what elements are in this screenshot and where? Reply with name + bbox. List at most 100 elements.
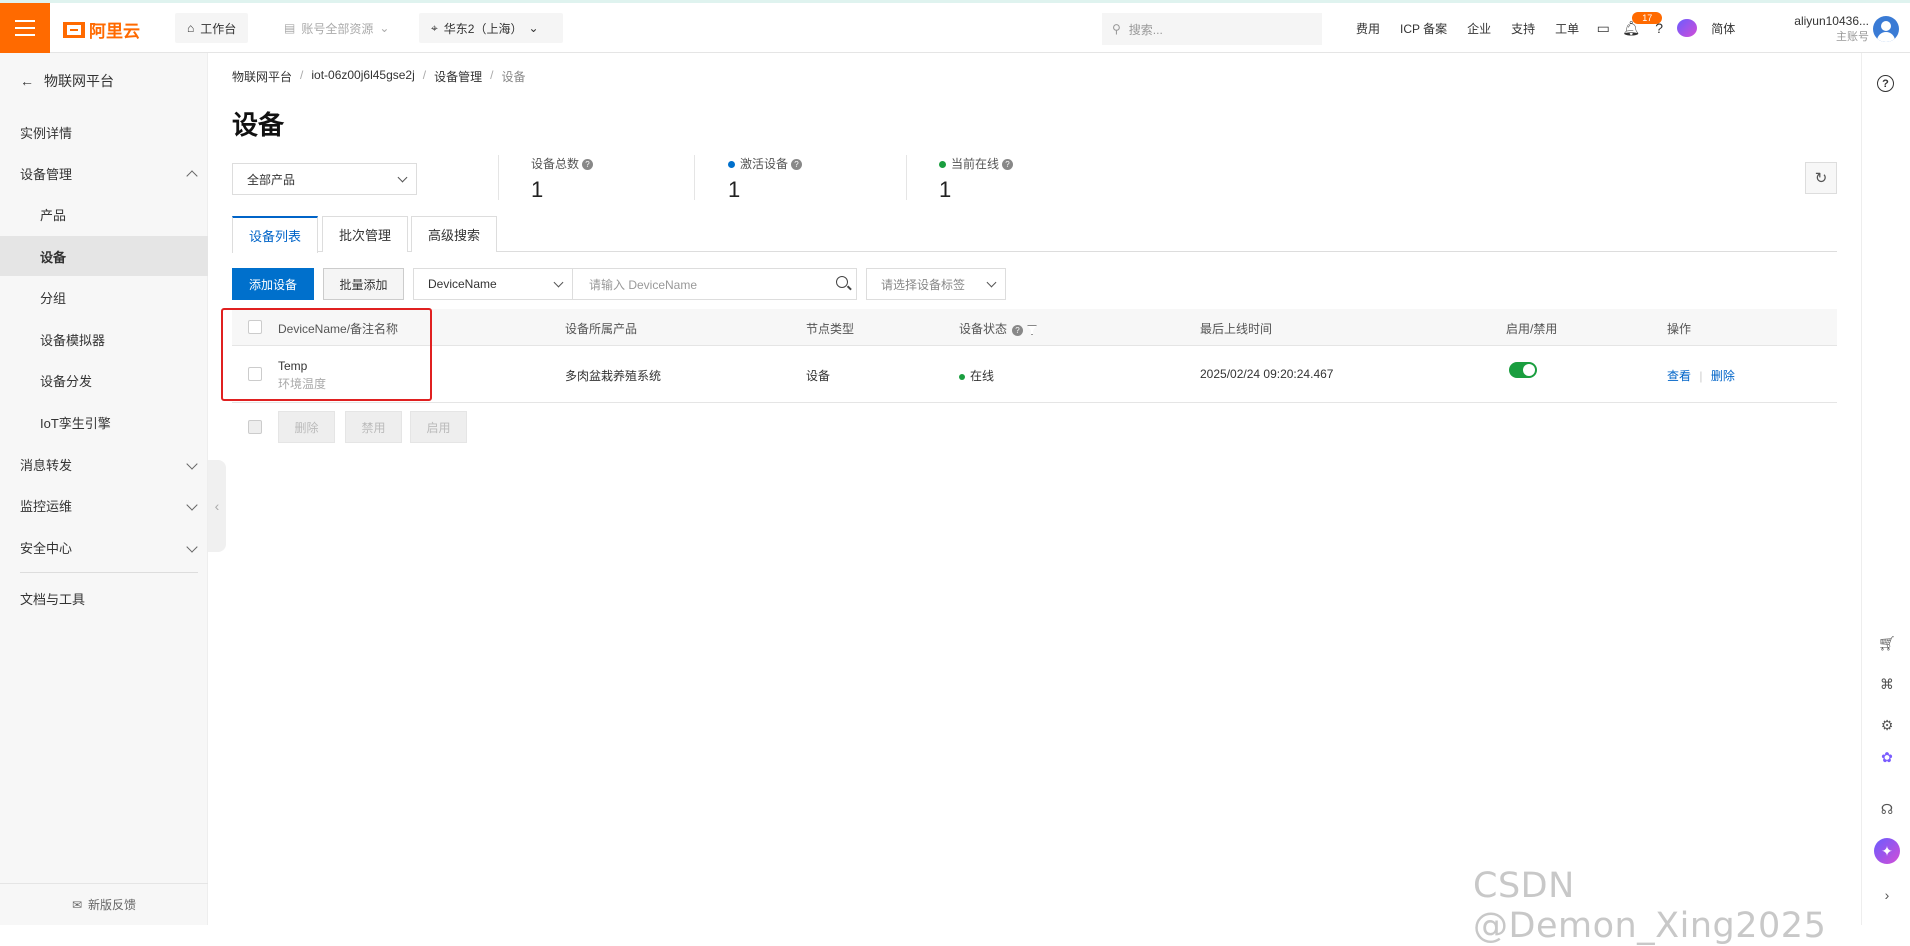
- sidebar-item-device-simulator[interactable]: 设备模拟器: [0, 319, 208, 359]
- cart-icon[interactable]: 🛒︎: [1877, 633, 1897, 653]
- delete-device-link[interactable]: 删除: [1711, 369, 1735, 383]
- ai-assistant-icon[interactable]: [1673, 3, 1701, 53]
- tab-batch-management[interactable]: 批次管理: [322, 216, 409, 252]
- sidebar-item-devices[interactable]: 设备: [0, 236, 208, 276]
- stat-activated-label: 激活设备: [740, 157, 789, 171]
- back-to-iot-platform[interactable]: ← 物联网平台: [20, 71, 114, 91]
- device-status-label: 在线: [970, 369, 995, 383]
- user-menu[interactable]: aliyun10436... 主账号: [1781, 13, 1869, 45]
- menu-icon[interactable]: [0, 3, 50, 53]
- breadcrumb-device-management[interactable]: 设备管理: [434, 68, 482, 85]
- product-filter-select[interactable]: 全部产品: [232, 163, 417, 195]
- headset-icon[interactable]: ☊: [1877, 799, 1897, 819]
- header-actions: 操作: [1667, 322, 1692, 336]
- feedback-button[interactable]: ✉ 新版反馈: [0, 883, 208, 925]
- help-icon[interactable]: ?: [791, 159, 803, 171]
- help-icon[interactable]: ?: [1877, 75, 1894, 92]
- avatar[interactable]: [1873, 16, 1899, 42]
- bulk-enable-button[interactable]: 启用: [410, 411, 467, 443]
- add-device-button[interactable]: 添加设备: [232, 268, 314, 300]
- sidebar-item-label: 设备模拟器: [40, 332, 106, 348]
- header-device-status-label: 设备状态: [959, 322, 1008, 336]
- link-billing[interactable]: 费用: [1346, 20, 1390, 37]
- sidebar-item-monitoring[interactable]: 监控运维: [0, 485, 208, 525]
- help-icon[interactable]: ?: [1002, 159, 1014, 171]
- tab-bar: 设备列表 批次管理 高级搜索: [232, 216, 1837, 253]
- link-icp[interactable]: ICP 备案: [1390, 20, 1457, 37]
- breadcrumb-iot-platform[interactable]: 物联网平台: [232, 68, 292, 85]
- ai-assistant-icon[interactable]: ✦: [1874, 838, 1900, 864]
- chevron-down-icon: [186, 499, 198, 511]
- brand-logo[interactable]: 阿里云: [63, 17, 140, 42]
- terminal-icon[interactable]: ▭: [1589, 3, 1617, 53]
- account-resources-dropdown[interactable]: ▤ 账号全部资源 ⌄: [272, 13, 402, 43]
- sidebar-item-instance-details[interactable]: 实例详情: [0, 112, 208, 152]
- workbench-button[interactable]: ⌂ 工作台: [175, 13, 249, 43]
- global-search[interactable]: ⚲ 搜索...: [1102, 13, 1322, 45]
- sidebar: ← 物联网平台 实例详情 设备管理 产品 设备 分组 设备模拟器 设备分发 Io…: [0, 53, 208, 925]
- chevron-down-icon: [553, 277, 564, 288]
- device-name-search-input[interactable]: 请输入 DeviceName: [572, 268, 857, 300]
- row-checkbox[interactable]: [248, 367, 262, 381]
- header-product: 设备所属产品: [565, 322, 638, 336]
- tool-icon[interactable]: ⌘: [1877, 674, 1897, 694]
- language-switch[interactable]: 简体: [1701, 20, 1745, 37]
- region-selector[interactable]: ⌖ 华东2（上海） ⌄: [419, 13, 563, 43]
- device-name[interactable]: Temp: [278, 357, 326, 375]
- breadcrumb: 物联网平台 / iot-06z00j6l45gse2j / 设备管理 / 设备: [232, 68, 526, 85]
- sidebar-item-groups[interactable]: 分组: [0, 277, 208, 317]
- activated-dot-icon: [728, 161, 735, 169]
- view-device-link[interactable]: 查看: [1667, 369, 1691, 383]
- bulk-delete-button[interactable]: 删除: [278, 411, 335, 443]
- header-device-name: DeviceName/备注名称: [278, 322, 399, 336]
- sidebar-item-device-management[interactable]: 设备管理: [0, 153, 208, 193]
- help-icon[interactable]: ?: [1012, 325, 1024, 336]
- refresh-icon: ↻: [1814, 170, 1828, 187]
- device-remark: 环境温度: [278, 377, 327, 391]
- bulk-disable-button[interactable]: 禁用: [345, 411, 402, 443]
- bell-icon[interactable]: 🔔︎ 17: [1617, 3, 1663, 53]
- select-all-checkbox[interactable]: [248, 320, 262, 334]
- help-icon[interactable]: ?: [1645, 3, 1673, 53]
- gear-icon[interactable]: ⚙: [1877, 715, 1897, 735]
- sidebar-item-message-forwarding[interactable]: 消息转发: [0, 444, 208, 484]
- tab-device-list[interactable]: 设备列表: [232, 216, 319, 253]
- right-rail: ? 🛒︎ ⌘ ⚙ ✿ ☊ ✦ ›: [1861, 53, 1910, 925]
- search-icon: ⚲: [1112, 22, 1121, 36]
- chevron-down-icon: [186, 458, 198, 470]
- link-enterprise[interactable]: 企业: [1457, 20, 1501, 37]
- sidebar-item-products[interactable]: 产品: [0, 194, 208, 234]
- link-support[interactable]: 支持: [1501, 20, 1545, 37]
- link-ticket[interactable]: 工单: [1545, 20, 1589, 37]
- online-dot-icon: [939, 161, 946, 169]
- sidebar-item-label: 分组: [40, 290, 67, 306]
- sidebar-item-label: 实例详情: [20, 125, 73, 141]
- page-title: 设备: [232, 110, 285, 140]
- sidebar-item-device-distribution[interactable]: 设备分发: [0, 360, 208, 400]
- sidebar-collapse-handle[interactable]: ‹: [208, 460, 226, 552]
- sidebar-item-security-center[interactable]: 安全中心: [0, 527, 208, 567]
- device-product: 多肉盆栽养殖系统: [565, 369, 662, 383]
- search-field-select[interactable]: DeviceName: [413, 268, 573, 300]
- bulk-select-checkbox[interactable]: [248, 420, 262, 434]
- filter-icon[interactable]: [1027, 324, 1038, 335]
- device-name-search-placeholder: 请输入 DeviceName: [589, 277, 698, 292]
- batch-add-button[interactable]: 批量添加: [323, 268, 404, 300]
- top-links: 费用 ICP 备案 企业 支持 工单 ▭ 🔔︎ 17 ? 简体: [1346, 3, 1745, 53]
- brain-icon[interactable]: ✿: [1877, 747, 1897, 767]
- search-icon[interactable]: [836, 276, 848, 288]
- breadcrumb-instance[interactable]: iot-06z00j6l45gse2j: [311, 68, 414, 85]
- sidebar-item-label: 设备分发: [40, 373, 93, 389]
- brand-name: 阿里云: [89, 22, 140, 41]
- device-name-cell: Temp 环境温度: [278, 357, 326, 393]
- sidebar-item-label: 监控运维: [20, 498, 73, 514]
- tab-advanced-search[interactable]: 高级搜索: [411, 216, 498, 252]
- device-tag-select[interactable]: 请选择设备标签: [866, 268, 1006, 300]
- help-icon[interactable]: ?: [582, 159, 594, 171]
- sidebar-item-docs-tools[interactable]: 文档与工具: [0, 578, 208, 618]
- sidebar-item-iot-twin-engine[interactable]: IoT孪生引擎: [0, 402, 208, 442]
- stat-total-value: 1: [531, 177, 544, 202]
- chevron-down-icon: ⌄: [379, 21, 390, 35]
- refresh-button[interactable]: ↻: [1805, 162, 1837, 194]
- device-enable-toggle[interactable]: [1509, 362, 1537, 378]
